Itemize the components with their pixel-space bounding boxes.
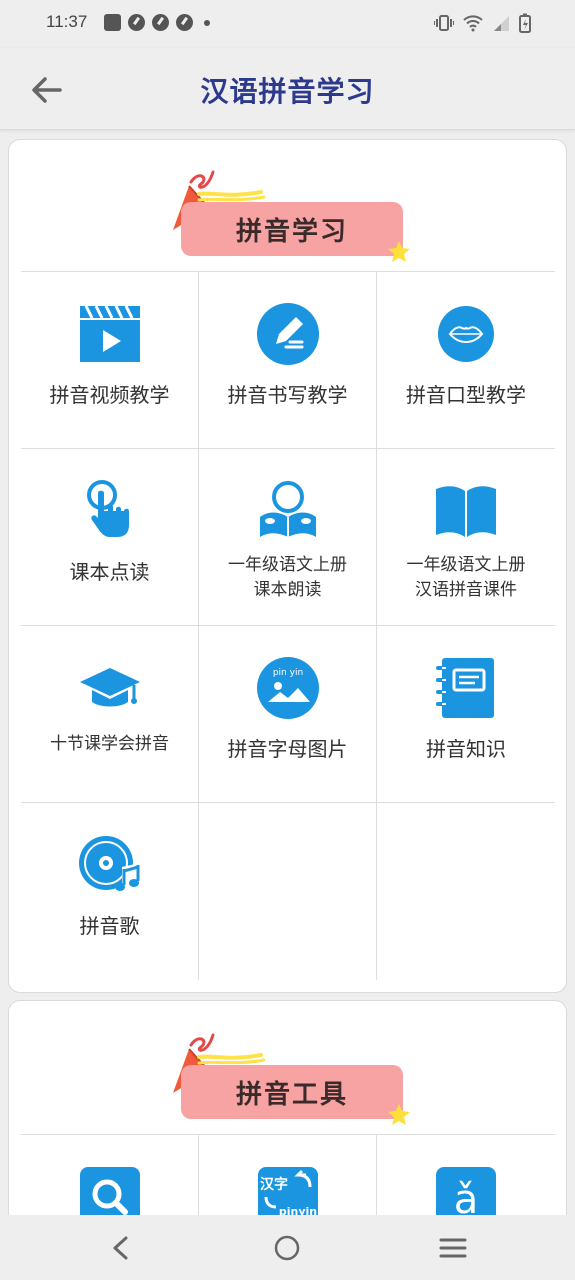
status-icons-left [104,14,210,31]
grid-item-label: 一年级语文上册 课本朗读 [228,553,347,603]
grid-item-empty [377,803,555,980]
grid-item-pinyin-knowledge[interactable]: 拼音知识 [377,626,555,803]
home-circle-icon[interactable] [272,1233,302,1263]
battery-charging-icon [519,13,531,33]
grid-item-label: 拼音歌 [79,914,140,938]
section-title: 拼音学习 [181,202,403,256]
app-bar: 汉语拼音学习 [0,48,575,130]
vibrate-icon [434,15,454,31]
page-title: 汉语拼音学习 [200,75,375,108]
label-line-1: 一年级语文上册 [406,555,526,575]
back-triangle-icon[interactable] [106,1233,136,1263]
pinyin-study-grid: 拼音视频教学 拼音书写教学 拼音口型教学 课本点读 一年级语文上册 课本朗读 一… [21,271,555,980]
grid-item-label: 一年级语文上册 汉语拼音课件 [407,553,526,603]
label-line-2: 汉语拼音课件 [415,580,517,600]
speedometer-icon [128,14,145,31]
dot-icon [204,19,210,26]
lips-icon [438,306,494,362]
grid-item-label: 拼音视频教学 [49,383,170,407]
icon-text: 汉字 [260,1176,288,1193]
open-book-icon [436,486,496,537]
grid-item-letter-pictures[interactable]: pin yin 拼音字母图片 [199,626,377,803]
icon-text: pin yin [272,668,302,678]
notification-box-icon [104,14,121,31]
grid-item-writing-teaching[interactable]: 拼音书写教学 [199,272,377,449]
system-nav-bar [0,1215,575,1280]
reading-person-icon [259,481,316,537]
status-bar: 11:37 [0,0,575,48]
star-icon [388,241,410,262]
section-header: 拼音学习 [169,158,429,268]
star-icon [388,1104,410,1125]
grid-item-video-teaching[interactable]: 拼音视频教学 [21,272,199,449]
speedometer-icon [176,14,193,31]
grid-item-label: 拼音书写教学 [227,383,348,407]
label-line-1: 一年级语文上册 [228,555,347,575]
finger-tap-icon [86,480,129,537]
status-time: 11:37 [46,12,88,31]
grid-item-label: 拼音字母图片 [227,737,348,761]
grid-item-textbook-reading[interactable]: 课本点读 [21,449,199,626]
label-line-2: 课本朗读 [253,580,322,600]
grid-item-label: 拼音知识 [426,737,506,761]
video-clapper-icon [79,305,140,362]
grid-item-pinyin-song[interactable]: 拼音歌 [21,803,199,980]
grid-item-pinyin-courseware[interactable]: 一年级语文上册 汉语拼音课件 [377,449,555,626]
pinyin-study-card: 拼音学习 拼音视频教学 拼音书写教学 拼音口型教学 课本点读 一年级语文上册 课… [8,139,567,993]
grid-item-textbook-read-aloud[interactable]: 一年级语文上册 课本朗读 [199,449,377,626]
status-icons-right [434,13,531,33]
section-header: 拼音工具 [169,1021,429,1131]
section-title: 拼音工具 [181,1065,403,1119]
grid-item-label: 拼音口型教学 [406,383,526,407]
speedometer-icon [152,14,169,31]
notebook-icon [436,658,494,718]
graduation-cap-icon [79,668,140,707]
wifi-icon [463,15,483,32]
recent-apps-icon[interactable] [438,1233,468,1263]
pencil-writing-icon [256,303,319,365]
grid-item-empty [199,803,377,980]
music-disc-icon [78,836,140,891]
grid-item-label: 课本点读 [69,560,150,584]
pinyin-picture-icon: pin yin [256,657,319,719]
signal-icon [494,16,509,31]
grid-item-ten-lessons[interactable]: 十节课学会拼音 [21,626,199,803]
grid-item-label: 十节课学会拼音 [50,734,169,754]
grid-item-mouth-teaching[interactable]: 拼音口型教学 [377,272,555,449]
